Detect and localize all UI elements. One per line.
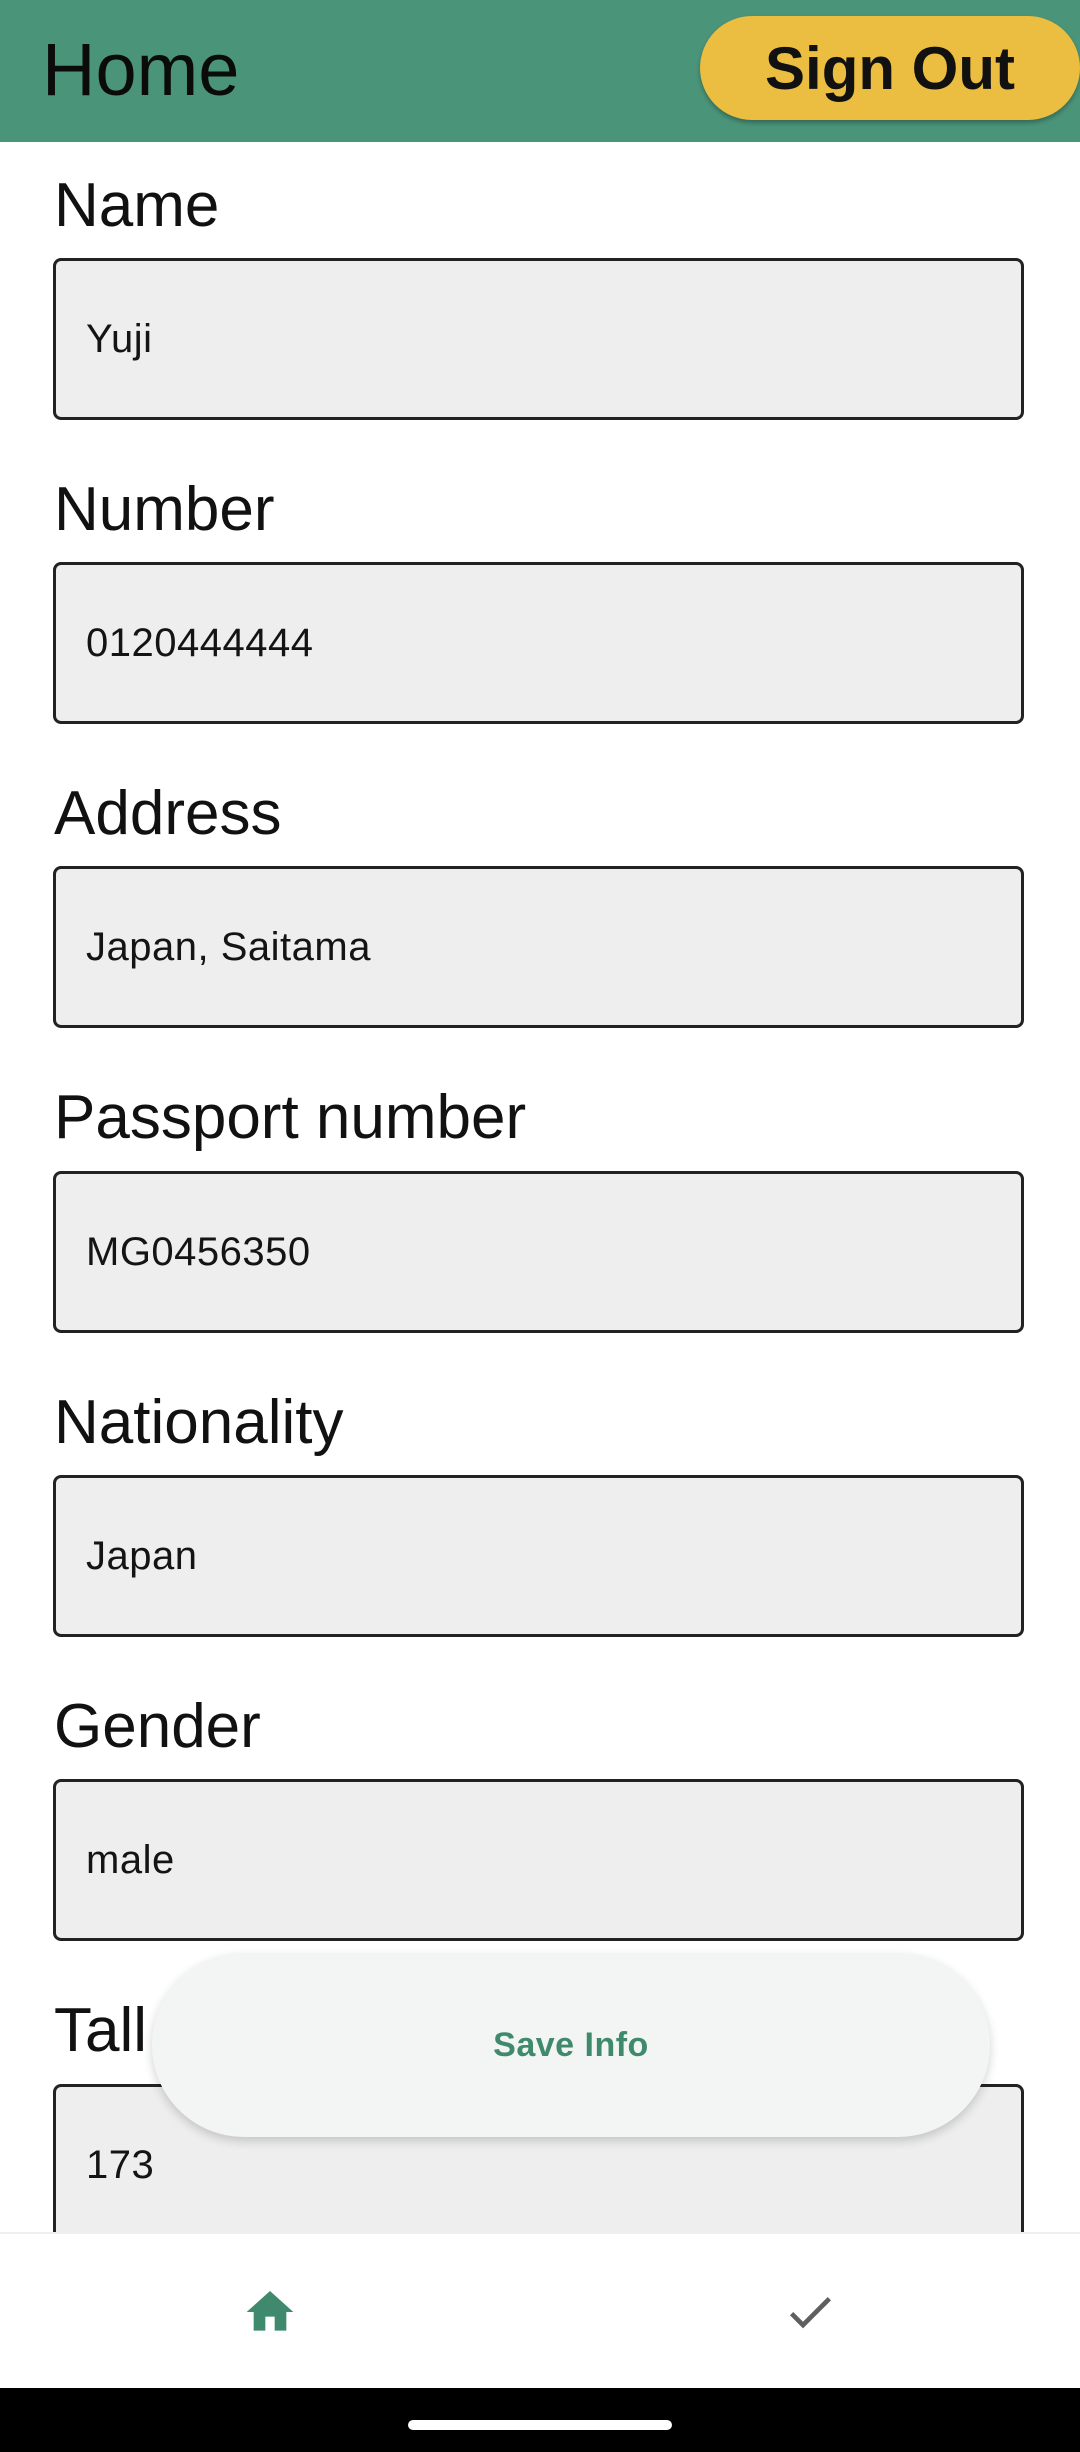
system-navigation-bar xyxy=(0,2388,1080,2452)
number-field[interactable]: 0120444444 xyxy=(53,562,1024,724)
name-field[interactable]: Yuji xyxy=(53,258,1024,420)
gesture-handle[interactable] xyxy=(408,2420,672,2430)
passport-number-value: MG0456350 xyxy=(86,1229,311,1274)
passport-number-field[interactable]: MG0456350 xyxy=(53,1171,1024,1333)
nationality-label: Nationality xyxy=(54,1388,344,1457)
address-value: Japan, Saitama xyxy=(86,924,371,969)
nav-check[interactable] xyxy=(540,2234,1080,2390)
number-label: Number xyxy=(54,475,275,544)
bottom-navigation xyxy=(0,2232,1080,2390)
page-title: Home xyxy=(42,28,240,111)
passport-number-label: Passport number xyxy=(54,1083,527,1152)
profile-form[interactable]: Name Yuji Number 0120444444 Address Japa… xyxy=(0,142,1080,2232)
name-label: Name xyxy=(54,171,220,240)
gender-field[interactable]: male xyxy=(53,1779,1024,1941)
number-value: 0120444444 xyxy=(86,620,314,665)
gender-value: male xyxy=(86,1837,175,1882)
sign-out-button[interactable]: Sign Out xyxy=(700,16,1080,120)
tall-label: Tall xyxy=(54,1996,148,2065)
gender-label: Gender xyxy=(54,1692,261,1761)
nav-home[interactable] xyxy=(0,2234,540,2390)
name-value: Yuji xyxy=(86,316,153,361)
save-info-button[interactable]: Save Info xyxy=(152,1953,990,2137)
nationality-field[interactable]: Japan xyxy=(53,1475,1024,1637)
check-icon xyxy=(789,2297,831,2329)
app-bar: Home Sign Out xyxy=(0,0,1080,142)
nationality-value: Japan xyxy=(86,1533,198,1578)
address-field[interactable]: Japan, Saitama xyxy=(53,866,1024,1028)
address-label: Address xyxy=(54,779,282,848)
home-icon xyxy=(246,2291,294,2331)
